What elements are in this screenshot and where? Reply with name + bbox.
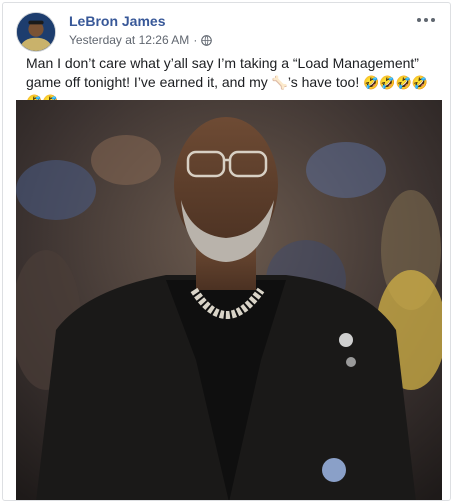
author-avatar[interactable]	[16, 12, 56, 52]
meta-separator: ·	[193, 33, 198, 47]
facebook-post: LeBron James Yesterday at 12:26 AM · Man…	[2, 2, 451, 501]
post-text-part-2: ’s have too!	[287, 74, 364, 90]
globe-icon[interactable]	[201, 34, 213, 46]
author-name[interactable]: LeBron James	[69, 13, 165, 29]
post-meta: Yesterday at 12:26 AM ·	[69, 33, 213, 47]
post-timestamp[interactable]: Yesterday at 12:26 AM	[69, 33, 189, 47]
more-options-icon[interactable]	[416, 13, 436, 27]
bone-emoji: 🦴	[271, 75, 288, 90]
post-photo[interactable]	[16, 100, 442, 500]
